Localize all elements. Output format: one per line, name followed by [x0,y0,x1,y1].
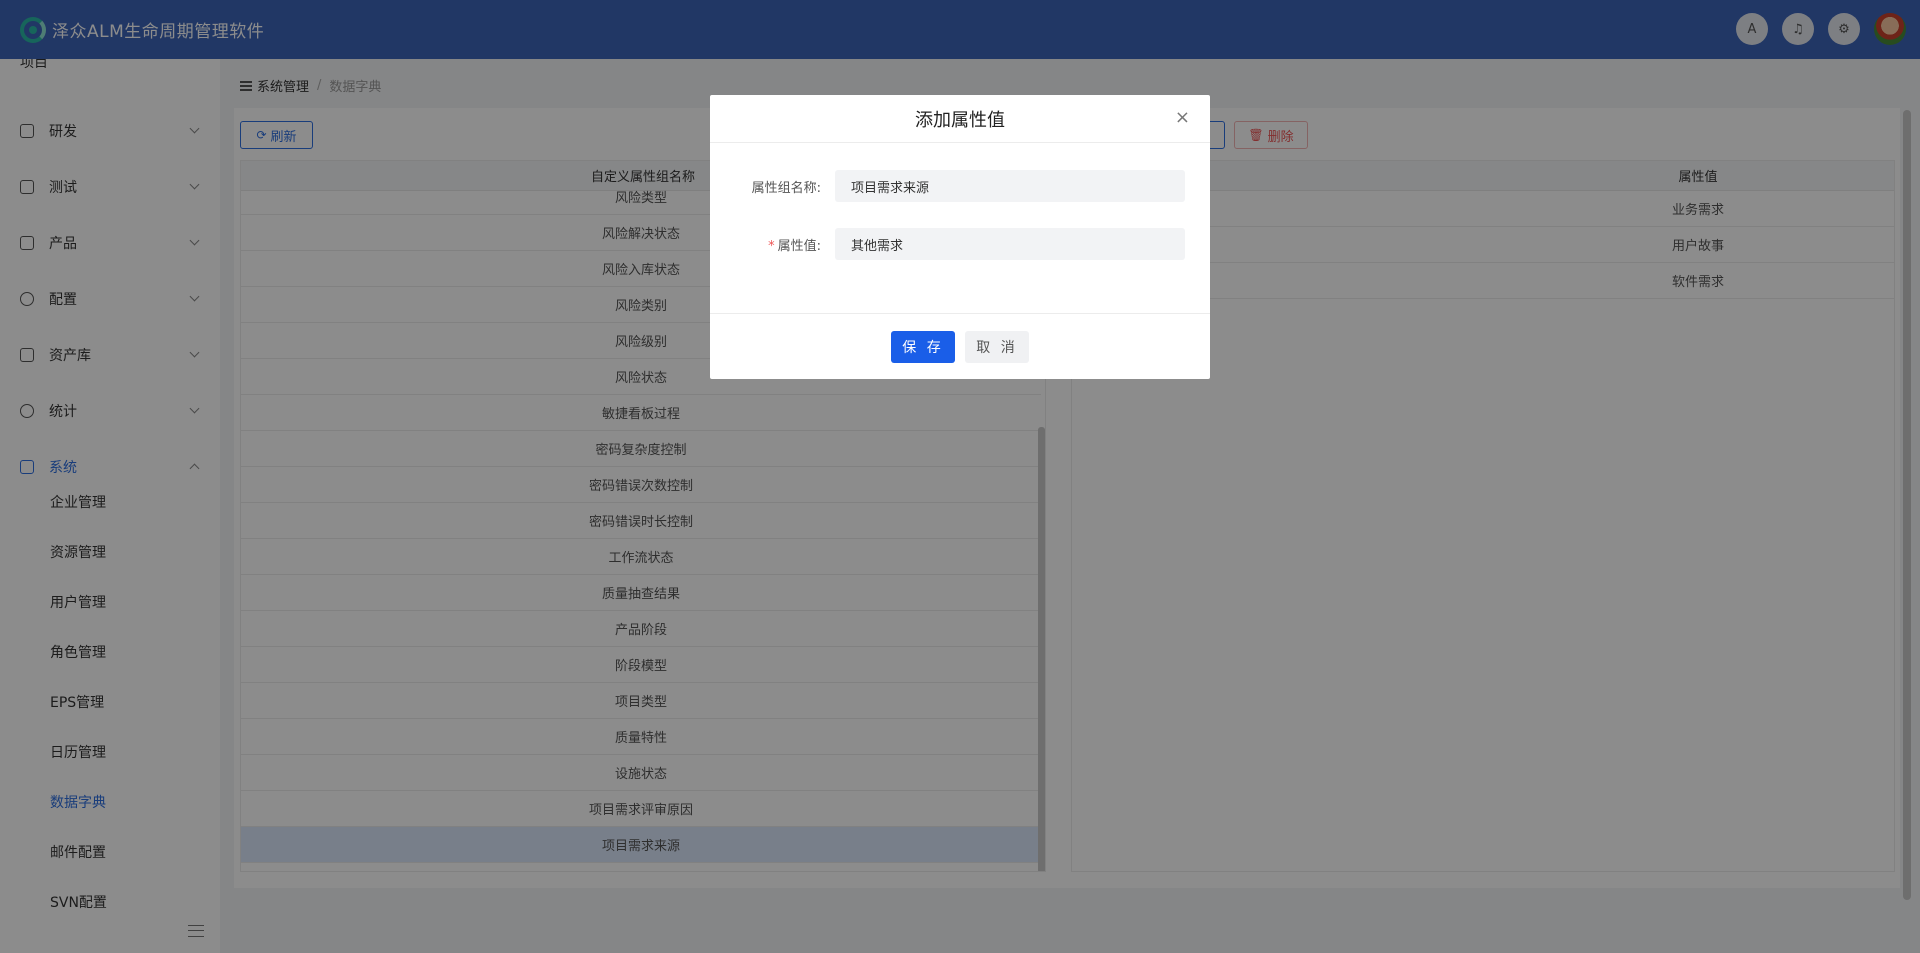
group-name-field[interactable] [835,170,1185,202]
group-name-row: 属性组名称: [710,170,1210,202]
save-button[interactable]: 保 存 [891,330,955,363]
close-icon[interactable]: × [1175,108,1190,128]
dialog-footer: 保 存 取 消 [710,313,1210,379]
cancel-button[interactable]: 取 消 [965,330,1029,363]
attribute-value-label-wrap: * 属性值: [710,235,835,254]
attribute-value-field[interactable] [835,228,1185,260]
add-attribute-value-dialog: 添加属性值 × 属性组名称: *属性值: 保 存 取 消 [710,95,1210,379]
group-name-label: 属性组名称: [751,180,821,196]
required-mark: * [768,238,775,254]
attribute-value-label: 属性值: [777,238,821,254]
attribute-value-row: * 属性值: [710,228,1210,260]
dialog-title: 添加属性值 [710,95,1210,143]
